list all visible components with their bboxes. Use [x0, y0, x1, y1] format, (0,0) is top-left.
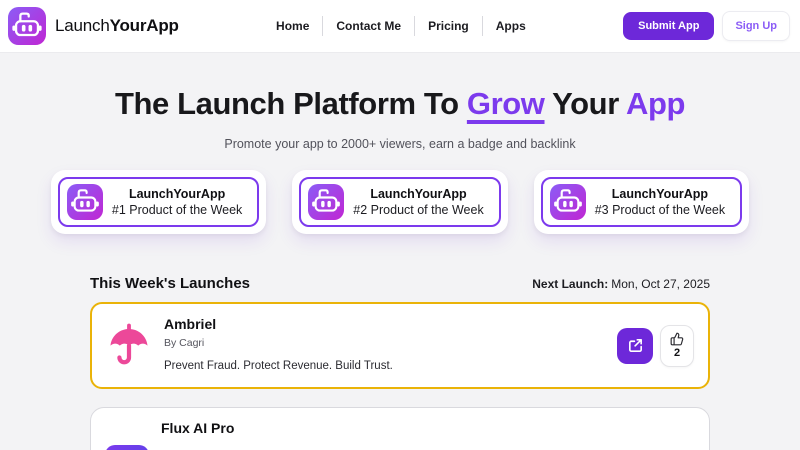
upvote-button[interactable]: 2	[660, 324, 694, 367]
hero-subtitle: Promote your app to 2000+ viewers, earn …	[224, 137, 576, 151]
app-author: By Cagri	[164, 337, 205, 349]
robot-logo-icon	[66, 184, 103, 220]
nav-contact[interactable]: Contact Me	[322, 16, 414, 36]
nav-pricing[interactable]: Pricing	[414, 16, 482, 36]
nav-home[interactable]: Home	[263, 16, 322, 36]
launches-section: This Week's Launches Next Launch: Mon, Oc…	[90, 275, 710, 450]
robot-logo-icon	[308, 184, 345, 220]
vote-count: 2	[673, 347, 681, 359]
hero-highlight-grow: Grow	[466, 86, 545, 121]
badge-product-week-3[interactable]: LaunchYourApp #3 Product of the Week	[533, 170, 750, 234]
launch-card-flux-ai-pro[interactable]: Flux AI Pro	[90, 407, 710, 450]
badge-brand: LaunchYourApp	[611, 187, 709, 201]
app-name: Ambriel	[164, 316, 217, 332]
badge-label: #1 Product of the Week	[111, 203, 243, 217]
submit-app-button[interactable]: Submit App	[623, 12, 715, 40]
umbrella-icon	[106, 323, 152, 369]
robot-logo-icon	[549, 184, 586, 220]
app-description: Prevent Fraud. Protect Revenue. Build Tr…	[164, 360, 393, 372]
nav-apps[interactable]: Apps	[481, 16, 539, 36]
brand[interactable]: LaunchYourApp	[8, 7, 179, 45]
external-link-icon	[628, 339, 642, 352]
badge-product-week-1[interactable]: LaunchYourApp #1 Product of the Week	[50, 170, 267, 234]
badge-brand: LaunchYourApp	[370, 187, 467, 201]
launches-heading: This Week's Launches	[90, 275, 251, 292]
badge-product-week-2[interactable]: LaunchYourApp #2 Product of the Week	[292, 170, 508, 234]
app-name: Flux AI Pro	[161, 420, 235, 436]
open-app-button[interactable]	[617, 327, 653, 364]
hero-section: The Launch Platform To Grow Your App Pro…	[0, 53, 800, 234]
app-logo	[105, 445, 149, 450]
header: LaunchYourApp Home Contact Me Pricing Ap…	[0, 0, 800, 53]
sign-up-button[interactable]: Sign Up	[722, 11, 790, 41]
launch-card-ambriel[interactable]: Ambriel By Cagri Prevent Fraud. Protect …	[90, 302, 710, 389]
badges-row: LaunchYourApp #1 Product of the Week Lau…	[0, 170, 800, 234]
main-nav: Home Contact Me Pricing Apps	[179, 16, 623, 36]
badge-label: #3 Product of the Week	[594, 203, 726, 217]
thumbs-up-icon	[670, 332, 684, 346]
next-launch: Next Launch: Mon, Oct 27, 2025	[532, 277, 710, 291]
brand-name: LaunchYourApp	[55, 16, 179, 35]
robot-logo-icon	[8, 7, 46, 45]
hero-highlight-app: App	[625, 86, 686, 121]
badge-brand: LaunchYourApp	[128, 187, 226, 201]
badge-label: #2 Product of the Week	[353, 203, 484, 217]
header-actions: Submit App Sign Up	[623, 11, 790, 41]
hero-title: The Launch Platform To Grow Your App	[114, 86, 686, 121]
